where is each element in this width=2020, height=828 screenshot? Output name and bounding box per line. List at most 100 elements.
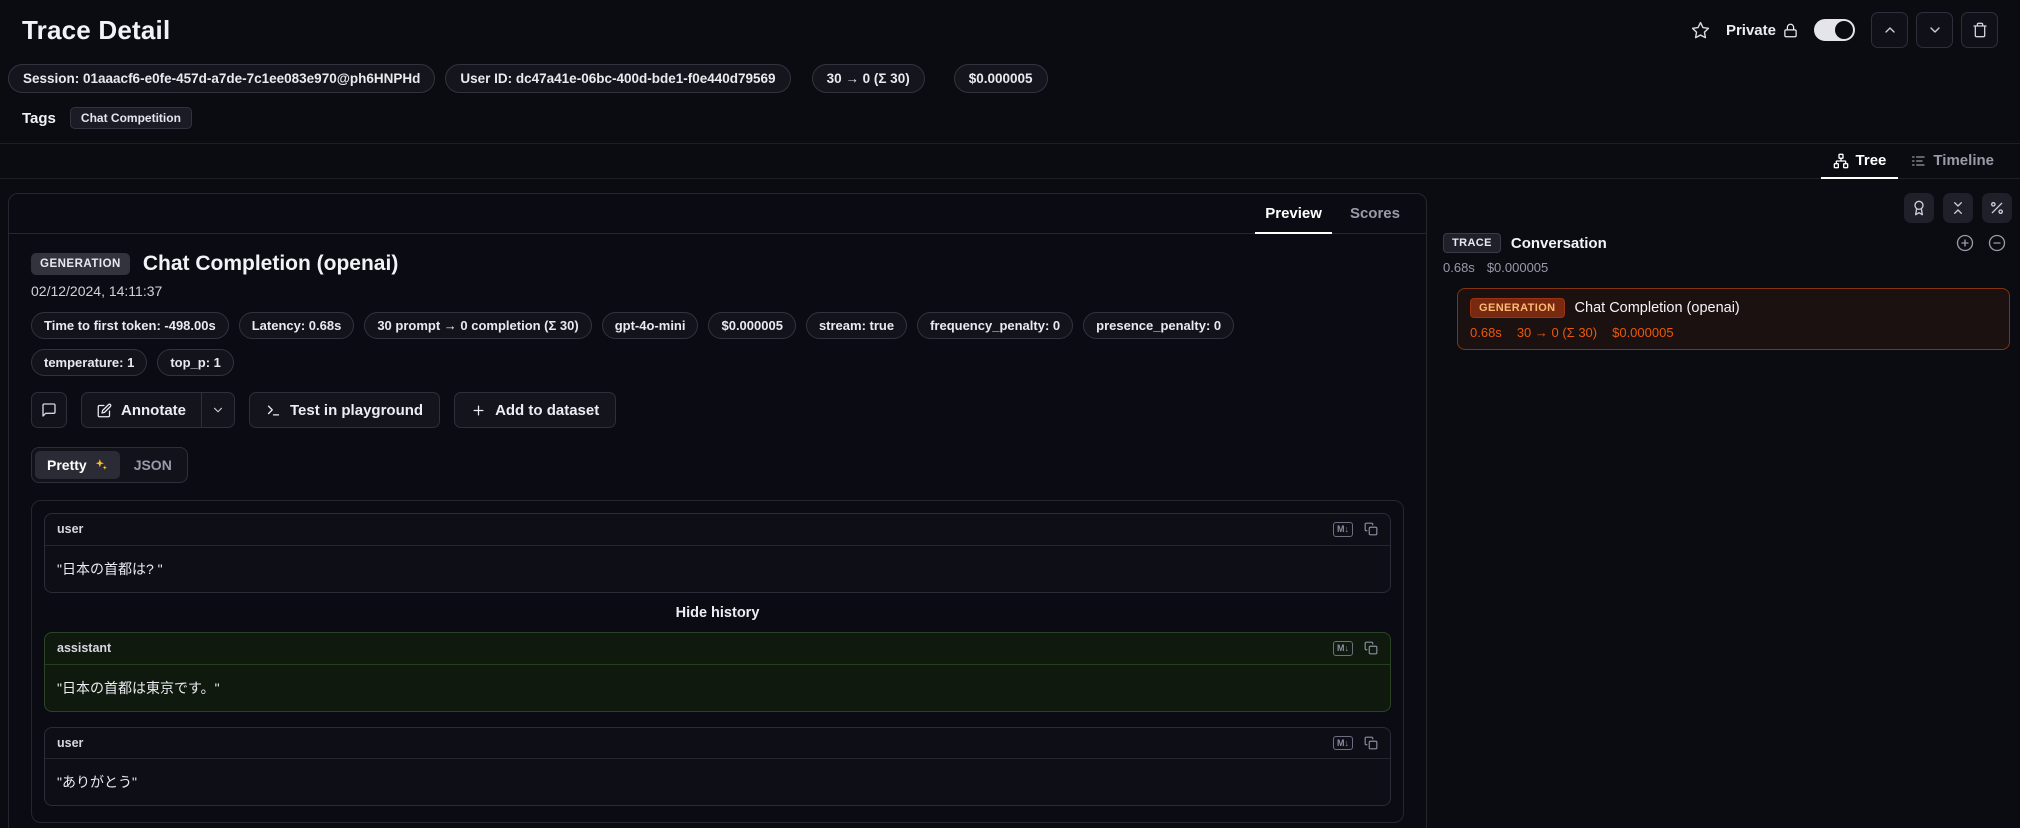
generation-node-metrics: 0.68s 30 → 0 (Σ 30) $0.000005 <box>1470 325 1997 340</box>
plus-icon <box>473 405 484 415</box>
metadata-pill-frequency-penalty: frequency_penalty: 0 <box>917 312 1074 339</box>
format-json-tab[interactable]: JSON <box>122 451 184 479</box>
trace-cost: $0.000005 <box>1486 260 1549 275</box>
tab-scores[interactable]: Scores <box>1340 194 1410 234</box>
tab-tree[interactable]: Tree <box>1820 144 1899 179</box>
delete-trace-button[interactable] <box>1961 12 1998 48</box>
chat-bubble-icon <box>42 403 56 417</box>
generation-latency: 0.68s <box>1470 325 1502 340</box>
copy-icon[interactable] <box>1364 736 1378 750</box>
messages-container: user M↓ "日本の首都は? " Hide history assistan… <box>31 500 1404 824</box>
message-user-2: user M↓ "ありがとう" <box>44 726 1391 807</box>
bookmark-star-button[interactable] <box>1691 21 1710 40</box>
metadata-pill-ttft: Time to first token: -498.00s <box>31 312 229 339</box>
user-id-badge[interactable]: User ID: dc47a41e-06bc-400d-bde1-f0e440d… <box>445 64 791 93</box>
privacy-control[interactable]: Private <box>1726 22 1798 39</box>
terminal-icon <box>267 405 280 415</box>
markdown-toggle-icon[interactable]: M↓ <box>1333 522 1353 537</box>
tree-node-trace[interactable]: TRACE Conversation <box>1443 233 1607 253</box>
tree-node-generation[interactable]: GENERATION Chat Completion (openai) 0.68… <box>1457 288 2010 350</box>
annotate-label: Annotate <box>121 401 186 419</box>
tab-timeline-label: Timeline <box>1933 152 1994 169</box>
tree-icon <box>1833 153 1848 168</box>
tree-trace-row: TRACE Conversation <box>1443 233 2012 253</box>
annotate-dropdown-button[interactable] <box>201 393 234 427</box>
star-icon <box>1691 21 1710 38</box>
metadata-pill-latency: Latency: 0.68s <box>238 312 355 339</box>
token-usage-badge: 30 → 0 (Σ 30) <box>811 64 925 93</box>
message-tools: M↓ <box>1333 522 1378 537</box>
panel-body: GENERATION Chat Completion (openai) 02/1… <box>9 234 1426 828</box>
add-to-dataset-button[interactable]: Add to dataset <box>454 392 617 428</box>
privacy-label: Private <box>1725 21 1776 39</box>
copy-icon[interactable] <box>1364 641 1378 655</box>
generation-tokens: 30 → 0 (Σ 30) <box>1516 325 1598 340</box>
chevrons-collapse-icon <box>1954 202 1962 214</box>
trace-type-badge: TRACE <box>1443 233 1501 253</box>
annotate-button-group: Annotate <box>81 392 235 428</box>
trace-tree-sidebar: TRACE Conversation 0.68s $0.000005 GENER… <box>1443 193 2012 350</box>
top-bar-actions: Private <box>1691 12 1998 48</box>
copy-icon[interactable] <box>1364 522 1378 536</box>
message-tools: M↓ <box>1333 640 1378 656</box>
hide-history-button[interactable]: Hide history <box>44 593 1391 632</box>
public-sharing-toggle[interactable] <box>1814 19 1855 41</box>
view-tabs: Tree Timeline <box>0 144 2020 179</box>
message-header: user M↓ <box>45 728 1390 760</box>
tree-controls <box>1443 193 2012 223</box>
tab-timeline[interactable]: Timeline <box>1898 144 2006 179</box>
scores-toggle-button[interactable] <box>1904 193 1934 223</box>
message-assistant: assistant M↓ "日本の首都は東京です。" <box>44 631 1391 712</box>
format-toggle: Pretty JSON <box>31 447 188 483</box>
tab-tree-label: Tree <box>1855 152 1887 169</box>
metadata-pill-top-p: top_p: 1 <box>157 349 234 376</box>
trace-metrics: 0.68s $0.000005 <box>1443 260 2012 275</box>
tags-row: Tags Chat Competition <box>0 99 2020 143</box>
metrics-toggle-button[interactable] <box>1982 193 2012 223</box>
previous-trace-button[interactable] <box>1871 12 1908 48</box>
message-tools: M↓ <box>1333 735 1378 751</box>
cost-badge: $0.000005 <box>953 64 1048 93</box>
metadata-pill-model[interactable]: gpt-4o-mini <box>601 312 699 339</box>
metadata-pill-stream: stream: true <box>805 312 908 339</box>
next-trace-button[interactable] <box>1916 12 1953 48</box>
top-bar: Trace Detail Private <box>0 0 2020 56</box>
tab-preview[interactable]: Preview <box>1255 194 1332 234</box>
markdown-toggle-icon[interactable]: M↓ <box>1333 640 1353 656</box>
metadata-pill-tokens: 30 prompt → 0 completion (Σ 30) <box>364 312 592 339</box>
format-pretty-tab[interactable]: Pretty <box>35 451 120 479</box>
chevron-up-icon <box>1884 27 1895 33</box>
trace-latency: 0.68s <box>1443 260 1475 275</box>
metadata-pill-presence-penalty: presence_penalty: 0 <box>1083 312 1235 339</box>
trash-icon <box>1972 22 1987 38</box>
lock-icon <box>1784 23 1797 37</box>
plus-circle-icon[interactable] <box>1956 234 1974 252</box>
message-header: user M↓ <box>45 514 1390 546</box>
collapse-all-button[interactable] <box>1943 193 1973 223</box>
observation-metadata-badges: Time to first token: -498.00s Latency: 0… <box>31 312 1311 376</box>
generation-node-title: Chat Completion (openai) <box>1574 300 1740 316</box>
metadata-pill-temperature: temperature: 1 <box>31 349 148 376</box>
pencil-icon <box>97 403 112 417</box>
markdown-toggle-icon[interactable]: M↓ <box>1333 735 1353 751</box>
generation-cost: $0.000005 <box>1612 325 1674 340</box>
chevron-down-icon <box>213 407 223 413</box>
sparkles-icon <box>95 459 107 470</box>
session-badge[interactable]: Session: 01aaacf6-e0fe-457d-a7de-7c1ee08… <box>8 64 436 93</box>
json-label: JSON <box>133 457 172 473</box>
annotate-button[interactable]: Annotate <box>82 393 201 427</box>
tree-expand-controls <box>1956 234 2012 252</box>
tag-badge[interactable]: Chat Competition <box>69 107 192 129</box>
observation-header: GENERATION Chat Completion (openai) <box>31 252 1404 276</box>
observation-timestamp: 02/12/2024, 14:11:37 <box>31 283 163 299</box>
chevron-down-icon <box>1929 27 1940 33</box>
test-in-playground-button[interactable]: Test in playground <box>249 392 441 428</box>
observation-title: Chat Completion (openai) <box>142 252 399 275</box>
minus-circle-icon[interactable] <box>1988 234 2006 252</box>
message-content: "日本の首都は東京です。" <box>57 679 220 696</box>
comment-button[interactable] <box>31 392 67 428</box>
award-icon <box>1914 200 1924 216</box>
generation-type-badge: GENERATION <box>1470 298 1565 318</box>
message-role: assistant <box>57 641 112 656</box>
main-content: Preview Scores GENERATION Chat Completio… <box>0 179 2020 828</box>
